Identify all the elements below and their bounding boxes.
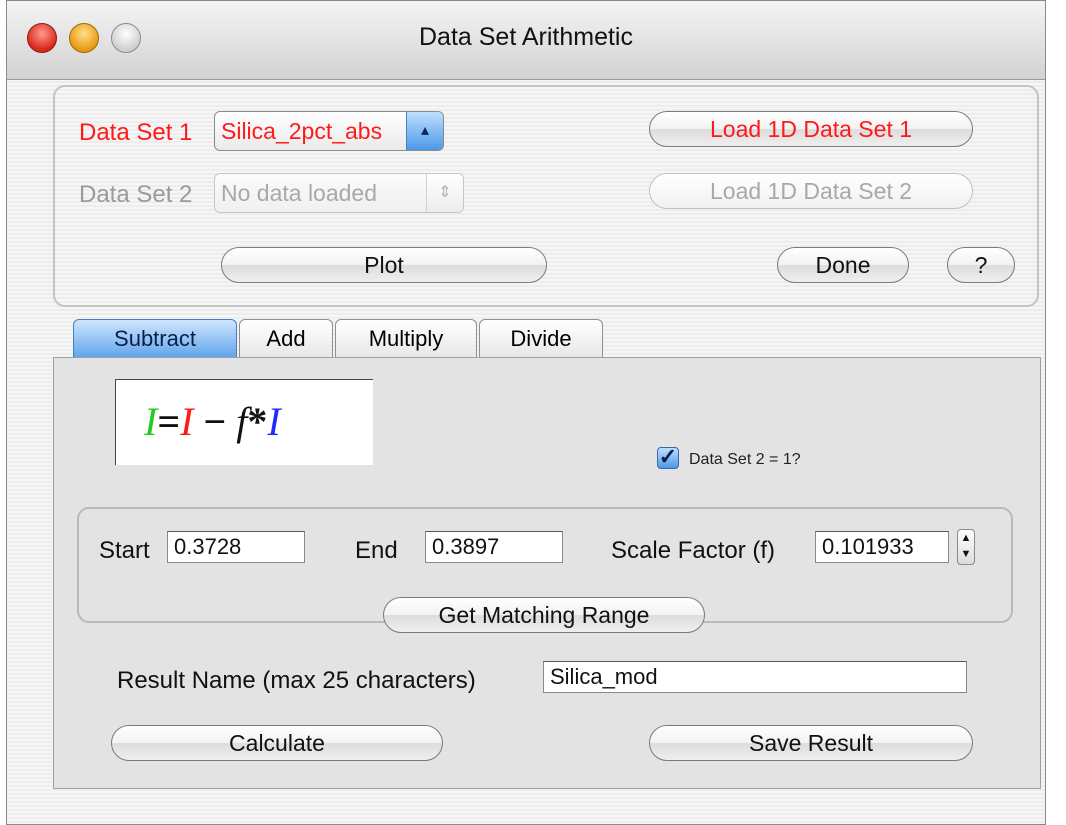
tab-divide[interactable]: Divide xyxy=(479,319,603,359)
result-name-field[interactable]: Silica_mod xyxy=(543,661,967,693)
help-button[interactable]: ? xyxy=(947,247,1015,283)
scale-factor-field[interactable]: 0.101933 xyxy=(815,531,949,563)
get-matching-range-button[interactable]: Get Matching Range xyxy=(383,597,705,633)
data-set-1-popup[interactable]: Silica_2pct_abs ▴ xyxy=(214,111,444,151)
data-set-2-value: No data loaded xyxy=(221,180,378,206)
data-set-1-label: Data Set 1 xyxy=(79,119,193,146)
popup-arrows-icon: ⇕ xyxy=(426,174,463,212)
start-label: Start xyxy=(99,537,150,564)
tab-add[interactable]: Add xyxy=(239,319,333,359)
plot-button[interactable]: Plot xyxy=(221,247,547,283)
formula-factor: f xyxy=(236,399,248,444)
end-label: End xyxy=(355,537,398,564)
calculate-button[interactable]: Calculate xyxy=(111,725,443,761)
popup-arrows-icon: ▴ xyxy=(406,112,443,150)
data-set-2-equals-1-checkbox[interactable]: ✓ xyxy=(657,446,679,469)
tab-subtract[interactable]: Subtract xyxy=(73,319,237,359)
formula-minus: − xyxy=(203,399,227,444)
title-bar: Data Set Arithmetic xyxy=(7,1,1045,80)
tab-multiply[interactable]: Multiply xyxy=(335,319,477,359)
scale-factor-stepper[interactable]: ▲ ▼ xyxy=(957,529,975,565)
data-set-arithmetic-window: Data Set Arithmetic Data Set 1 Silica_2p… xyxy=(6,0,1046,825)
scale-factor-label: Scale Factor (f) xyxy=(611,537,776,564)
start-field[interactable]: 0.3728 xyxy=(167,531,305,563)
formula-equals: = xyxy=(157,399,181,444)
formula-data-set-2-term: I xyxy=(267,399,281,444)
formula-data-set-1-term: I xyxy=(180,399,194,444)
data-set-2-popup[interactable]: No data loaded ⇕ xyxy=(214,173,464,213)
data-set-1-value: Silica_2pct_abs xyxy=(221,118,383,144)
result-name-label: Result Name (max 25 characters) xyxy=(117,667,476,694)
load-data-set-2-button[interactable]: Load 1D Data Set 2 xyxy=(649,173,973,209)
done-button[interactable]: Done xyxy=(777,247,909,283)
data-set-2-label: Data Set 2 xyxy=(79,181,193,208)
window-title: Data Set Arithmetic xyxy=(419,23,633,51)
formula-result-term: I xyxy=(144,399,158,444)
end-field[interactable]: 0.3897 xyxy=(425,531,563,563)
load-data-set-1-button[interactable]: Load 1D Data Set 1 xyxy=(649,111,973,147)
formula-display: I=I − f*I xyxy=(115,379,373,465)
save-result-button[interactable]: Save Result xyxy=(649,725,973,761)
data-set-2-equals-1-label: Data Set 2 = 1? xyxy=(689,451,801,468)
formula-times: * xyxy=(247,399,268,444)
